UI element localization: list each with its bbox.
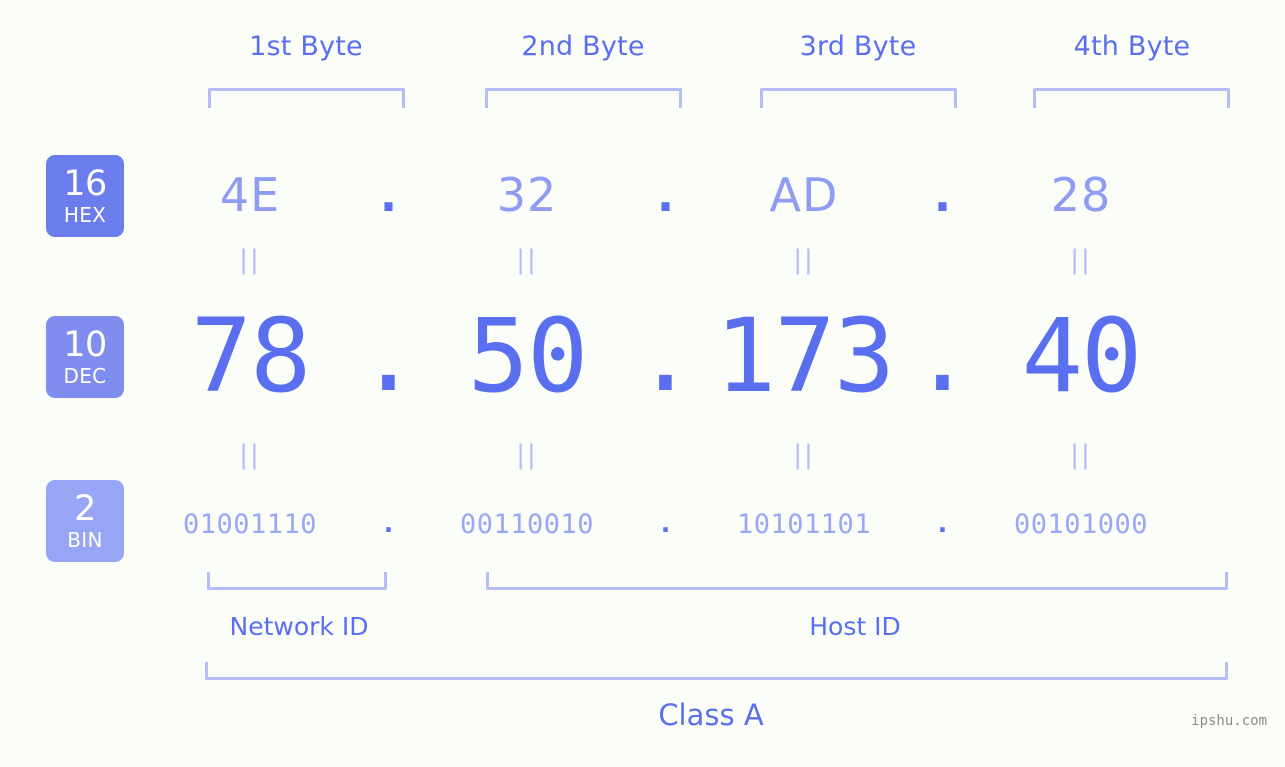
dec-separator-2: . bbox=[634, 296, 697, 416]
network-id-bracket bbox=[207, 572, 387, 590]
bin-row: 01001110 . 00110010 . 10101101 . 0010100… bbox=[150, 495, 1275, 553]
site-watermark: ipshu.com bbox=[1191, 713, 1267, 729]
equals-sign-1: || bbox=[239, 245, 261, 275]
byte-bracket-4 bbox=[1033, 88, 1230, 108]
bin-separator-1: . bbox=[380, 507, 397, 539]
base-badge-dec-name: DEC bbox=[63, 364, 107, 388]
bin-separator-2: . bbox=[657, 507, 674, 539]
dec-byte-1: 78 bbox=[190, 296, 312, 416]
bin-byte-3: 10101101 bbox=[736, 508, 872, 540]
base-badge-bin-name: BIN bbox=[67, 528, 103, 552]
dec-row: 78 . 50 . 173 . 40 bbox=[150, 296, 1275, 416]
equals-row-dec-bin: || || || || bbox=[150, 440, 1275, 470]
equals-sign-2: || bbox=[516, 245, 538, 275]
hex-byte-3: AD bbox=[769, 168, 839, 222]
byte-bracket-1 bbox=[208, 88, 405, 108]
base-badge-hex-name: HEX bbox=[63, 203, 107, 227]
equals-row-hex-dec: || || || || bbox=[150, 245, 1275, 275]
bin-byte-1: 01001110 bbox=[182, 508, 318, 540]
hex-row: 4E . 32 . AD . 28 bbox=[150, 150, 1275, 240]
equals-sign-3: || bbox=[793, 245, 815, 275]
equals-sign-8: || bbox=[1070, 440, 1092, 470]
base-badge-hex-number: 16 bbox=[63, 164, 107, 204]
ip-breakdown-diagram: 1st Byte 2nd Byte 3rd Byte 4th Byte 16 H… bbox=[0, 0, 1285, 767]
base-badge-bin-number: 2 bbox=[74, 489, 96, 529]
hex-byte-1: 4E bbox=[219, 168, 281, 222]
byte-bracket-2 bbox=[485, 88, 682, 108]
host-id-label: Host ID bbox=[809, 612, 901, 641]
equals-sign-6: || bbox=[516, 440, 538, 470]
byte-header-1: 1st Byte bbox=[249, 31, 363, 62]
base-badge-dec-number: 10 bbox=[63, 325, 107, 365]
bin-byte-4: 00101000 bbox=[1013, 508, 1149, 540]
class-label: Class A bbox=[658, 698, 764, 732]
class-bracket bbox=[205, 662, 1228, 680]
network-id-label: Network ID bbox=[229, 612, 369, 641]
base-badge-bin: 2 BIN bbox=[46, 480, 124, 562]
dec-byte-2: 50 bbox=[467, 296, 589, 416]
bin-separator-3: . bbox=[934, 507, 951, 539]
dec-separator-1: . bbox=[357, 296, 420, 416]
bin-byte-2: 00110010 bbox=[459, 508, 595, 540]
dec-byte-4: 40 bbox=[1021, 296, 1143, 416]
hex-byte-2: 32 bbox=[496, 168, 558, 222]
hex-separator-1: . bbox=[379, 167, 398, 222]
dec-byte-3: 173 bbox=[714, 296, 895, 416]
hex-separator-2: . bbox=[656, 167, 675, 222]
host-id-bracket bbox=[486, 572, 1228, 590]
hex-separator-3: . bbox=[933, 167, 952, 222]
base-badge-hex: 16 HEX bbox=[46, 155, 124, 237]
equals-sign-5: || bbox=[239, 440, 261, 470]
byte-header-3: 3rd Byte bbox=[799, 31, 917, 62]
byte-header-4: 4th Byte bbox=[1073, 31, 1191, 62]
byte-bracket-3 bbox=[760, 88, 957, 108]
equals-sign-4: || bbox=[1070, 245, 1092, 275]
hex-byte-4: 28 bbox=[1050, 168, 1112, 222]
dec-separator-3: . bbox=[911, 296, 974, 416]
byte-header-2: 2nd Byte bbox=[521, 31, 645, 62]
base-badge-dec: 10 DEC bbox=[46, 316, 124, 398]
equals-sign-7: || bbox=[793, 440, 815, 470]
